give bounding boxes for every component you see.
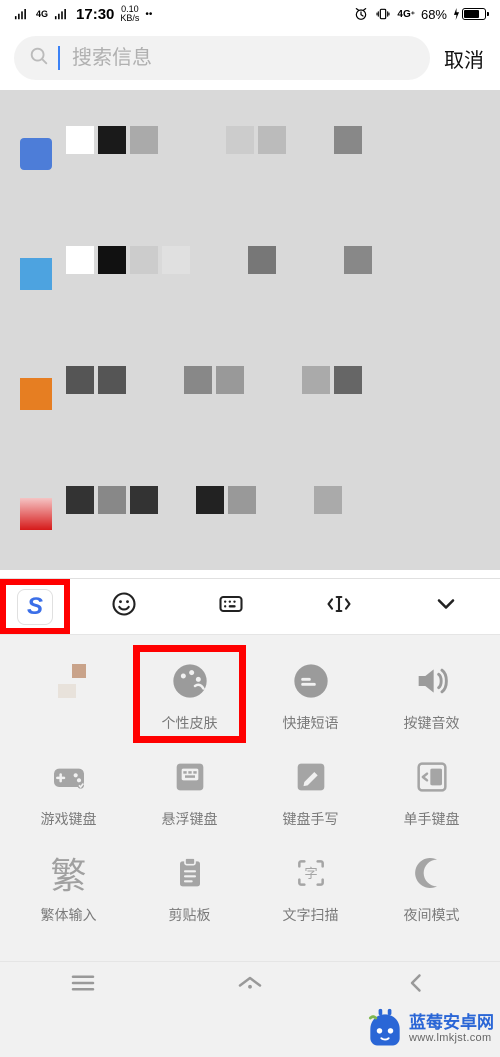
watermark: 蓝莓安卓网 www.lmkjst.com — [357, 1001, 500, 1057]
settings-label: 游戏键盘 — [41, 809, 97, 829]
signal-icon-2 — [54, 9, 70, 20]
gamepad-icon — [47, 755, 91, 799]
settings-item-traditional[interactable]: 繁 繁体输入 — [8, 851, 129, 925]
search-box[interactable] — [14, 36, 430, 80]
status-right: 4G⁺ 68% — [353, 6, 486, 22]
chevron-down-icon — [432, 590, 460, 623]
settings-label: 按键音效 — [404, 713, 460, 733]
settings-item-blank[interactable] — [8, 659, 129, 733]
battery-pct: 68% — [421, 7, 447, 22]
cancel-button[interactable]: 取消 — [442, 44, 486, 73]
search-icon — [28, 45, 50, 72]
settings-label: 剪贴板 — [169, 905, 211, 925]
cursor-move-icon — [325, 590, 353, 623]
settings-label: 文字扫描 — [283, 905, 339, 925]
back-icon — [402, 968, 432, 1003]
keyboard-settings-grid: 个性皮肤 快捷短语 按键音效 游戏键盘 悬浮键盘 — [0, 635, 500, 941]
battery-icon — [453, 8, 486, 20]
watermark-title: 蓝莓安卓网 — [409, 1013, 494, 1033]
settings-item-game[interactable]: 游戏键盘 — [8, 755, 129, 829]
settings-label: 夜间模式 — [404, 905, 460, 925]
cursor-move-button[interactable] — [285, 579, 393, 634]
quote-icon — [289, 659, 333, 703]
sogou-logo-icon: S — [17, 589, 53, 625]
emoji-icon — [110, 590, 138, 623]
alarm-icon — [353, 6, 369, 22]
settings-label: 个性皮肤 — [162, 713, 218, 733]
settings-item-scan[interactable]: 字 文字扫描 — [250, 851, 371, 925]
emoji-button[interactable] — [70, 579, 178, 634]
nav-home-button[interactable] — [167, 962, 334, 1009]
handwrite-icon — [289, 755, 333, 799]
settings-item-handwrite[interactable]: 键盘手写 — [250, 755, 371, 829]
settings-item-clipboard[interactable]: 剪贴板 — [129, 851, 250, 925]
fan-char-icon: 繁 — [47, 851, 91, 895]
status-dots: •• — [145, 9, 152, 20]
settings-item-sound[interactable]: 按键音效 — [371, 659, 492, 733]
vibrate-icon — [375, 6, 391, 22]
watermark-url: www.lmkjst.com — [409, 1032, 494, 1045]
search-row: 取消 — [0, 28, 500, 90]
moon-icon — [410, 851, 454, 895]
data-4g: 4G⁺ — [397, 9, 415, 20]
onehand-icon — [410, 755, 454, 799]
clipboard-icon — [168, 851, 212, 895]
sogou-logo-button[interactable]: S — [0, 579, 70, 634]
home-icon — [235, 968, 265, 1003]
settings-label: 键盘手写 — [283, 809, 339, 829]
settings-label: 单手键盘 — [404, 809, 460, 829]
status-bar: 4G 17:30 0.10 KB/s •• 4G⁺ 68% — [0, 0, 500, 28]
settings-label: 悬浮键盘 — [162, 809, 218, 829]
search-input[interactable] — [72, 47, 416, 70]
status-left: 4G 17:30 0.10 KB/s •• — [14, 5, 152, 23]
svg-text:字: 字 — [304, 866, 317, 881]
settings-label: 快捷短语 — [283, 713, 339, 733]
keyboard-panel: S — [0, 578, 500, 1057]
status-time: 17:30 — [76, 6, 114, 23]
blank-icon — [47, 659, 91, 703]
collapse-button[interactable] — [393, 579, 500, 634]
text-cursor — [58, 46, 60, 70]
keyboard-icon — [217, 590, 245, 623]
palette-icon — [168, 659, 212, 703]
keyboard-toolbar: S — [0, 579, 500, 635]
menu-icon — [68, 968, 98, 1003]
scan-icon: 字 — [289, 851, 333, 895]
signal-4g: 4G — [36, 9, 48, 19]
speed-unit: KB/s — [120, 14, 139, 23]
nav-menu-button[interactable] — [0, 962, 167, 1009]
settings-item-night[interactable]: 夜间模式 — [371, 851, 492, 925]
blueberry-icon — [363, 1007, 407, 1051]
settings-item-phrases[interactable]: 快捷短语 — [250, 659, 371, 733]
keyboard-switch-button[interactable] — [178, 579, 286, 634]
settings-label: 繁体输入 — [41, 905, 97, 925]
status-speed: 0.10 KB/s — [120, 5, 139, 23]
sound-icon — [410, 659, 454, 703]
float-keyboard-icon — [168, 755, 212, 799]
messages-list-blurred — [0, 90, 500, 570]
signal-icon — [14, 9, 30, 20]
settings-item-onehand[interactable]: 单手键盘 — [371, 755, 492, 829]
settings-item-theme[interactable]: 个性皮肤 — [129, 659, 250, 733]
settings-item-float[interactable]: 悬浮键盘 — [129, 755, 250, 829]
